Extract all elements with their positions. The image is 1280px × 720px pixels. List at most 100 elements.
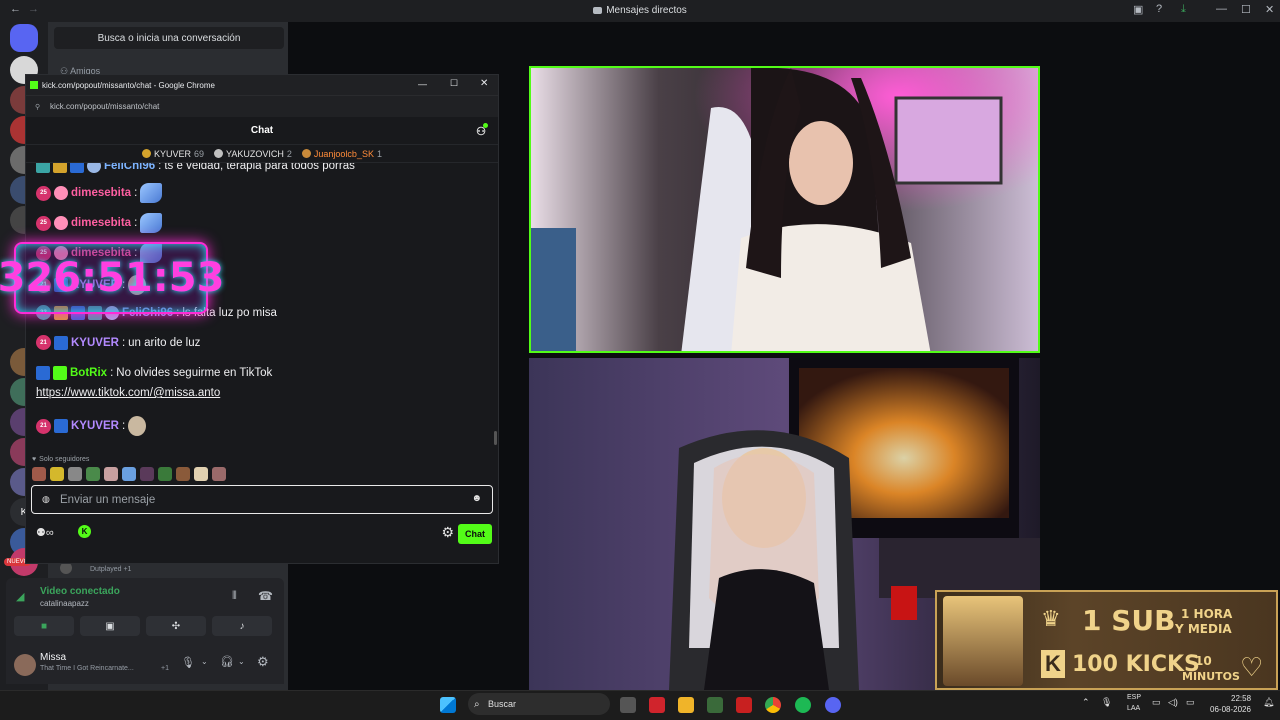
battery-icon[interactable]: ▭ [1186,697,1195,708]
butterfly-emote-icon [140,183,163,203]
kicks-label: 100 KICKS [1072,652,1200,677]
chat-text: un arito de luz [128,336,201,349]
emote-icon[interactable] [212,467,226,481]
chevron-down-icon[interactable]: ⌄ [201,657,208,666]
spotify-icon[interactable] [795,697,811,713]
voice-status[interactable]: Video conectado [40,586,120,597]
gold-medal-icon [142,149,152,158]
user-link-icon[interactable]: ⚉∞ [36,526,54,539]
sub-label: 1 SUB [1082,604,1176,637]
badge-icon [54,216,68,230]
chat-username[interactable]: KYUVER [71,420,119,432]
soundboard-button[interactable]: ♪ [212,616,272,636]
signal-icon: ◢ [16,591,25,603]
emote-icon[interactable] [50,467,64,481]
chrome-icon[interactable] [765,697,781,713]
leaderboard-entry[interactable]: Juanjoolcb_SK 1 [301,149,382,159]
emote-icon[interactable] [122,467,136,481]
chevron-down-icon[interactable]: ⌄ [238,657,245,666]
noise-suppression-icon[interactable]: ⦀ [232,590,237,603]
headphones-icon[interactable]: 🎧︎ [220,655,234,668]
help-icon[interactable]: ? [1156,3,1162,15]
close-icon[interactable]: ✕ [480,78,488,89]
minimize-icon[interactable]: — [1216,3,1227,15]
leaderboard-entry[interactable]: YAKUZOVICH 2 [214,149,292,159]
maximize-icon[interactable]: ☐ [450,78,458,89]
wps-icon[interactable] [649,697,665,713]
gear-icon[interactable]: ⚙ [441,524,454,541]
inbox-icon[interactable]: ▣ [1133,3,1143,16]
badge-icon [70,163,84,173]
minutes-number: 10 [1195,654,1212,668]
user-activity: That Time I Got Reincarnate... [40,665,134,672]
chevron-up-icon[interactable]: ⌃ [1082,697,1090,708]
discord-window-title: Mensajes directos [0,5,1280,16]
file-explorer-icon[interactable] [678,697,694,713]
emote-icon[interactable] [176,467,190,481]
user-panel: Missa That Time I Got Reincarnate... +1 … [6,646,284,684]
notification-bell-icon[interactable]: 🔔︎ [1263,697,1274,708]
chat-scrollbar[interactable] [494,431,497,445]
app-icon[interactable] [736,697,752,713]
network-icon[interactable]: ▭ [1152,697,1161,708]
microphone-icon[interactable]: 🎙︎ [1101,697,1112,708]
download-icon[interactable]: ⤓ [1181,3,1186,16]
emoji-icon[interactable]: ☻ [471,493,482,504]
tiktok-link[interactable]: https://www.tiktok.com/@missa.anto [36,387,220,399]
chat-username[interactable]: FeliChi96 [104,163,155,172]
close-icon[interactable]: ✕ [1265,3,1274,16]
user-activity-count: +1 [161,665,169,672]
minimize-icon[interactable]: — [418,79,427,89]
chat-username[interactable]: BotRix [70,367,107,379]
clock-date[interactable]: 06-08-2026 [1210,705,1251,714]
chat-text: No olvides seguirme en TikTok [116,367,273,379]
emote-icon[interactable] [104,467,118,481]
language-label-2[interactable]: LAA [1127,705,1140,712]
site-info-icon[interactable]: ⚲ [35,103,40,111]
windows-start-icon[interactable] [440,697,456,713]
chat-username[interactable]: KYUVER [71,337,119,349]
verified-bot-icon [53,366,67,380]
send-chat-button[interactable]: Chat [458,524,492,544]
pin-icon[interactable]: ◍ [42,494,50,505]
dog-emote-icon [128,416,147,436]
volume-icon[interactable]: ◁) [1168,697,1178,708]
microphone-icon[interactable]: 🎙︎ [181,656,195,669]
disconnect-icon[interactable]: ☎ [258,589,273,603]
emote-icon[interactable] [32,467,46,481]
activities-button[interactable]: ✣ [146,616,206,636]
emote-icon[interactable] [194,467,208,481]
language-label[interactable]: ESP [1127,694,1141,701]
discord-dm-icon [593,6,603,14]
emote-icon[interactable] [158,467,172,481]
clock-time[interactable]: 22:58 [1231,694,1251,703]
leaderboard-entry[interactable]: KYUVER 69 [142,149,204,159]
leaderboard-count: 2 [286,148,292,159]
camera-icon: ■ [40,620,48,632]
screen-share-button[interactable]: ▣ [80,616,140,636]
taskbar-search-label: Buscar [488,699,517,709]
voice-channel[interactable]: catalinaapazz [40,599,89,608]
camera-button[interactable]: ■ [14,616,74,636]
message-input[interactable]: ◍ Enviar un mensaje ☻ [31,485,493,514]
discord-icon[interactable] [825,697,841,713]
emote-icon[interactable] [86,467,100,481]
chat-username[interactable]: dimesebita [71,187,131,199]
online-dot-icon [483,123,488,128]
taskbar-search[interactable]: ⌕ Buscar [468,693,610,715]
kick-rewards-icon[interactable]: K [78,525,91,538]
task-view-icon[interactable] [620,697,636,713]
app-icon[interactable] [707,697,723,713]
gear-icon[interactable]: ⚙ [257,654,269,670]
chat-message: BotRix: No olvides seguirme en TikTok [36,366,272,380]
maximize-icon[interactable]: ☐ [1241,3,1251,16]
discord-home-icon[interactable] [10,24,38,52]
address-bar[interactable]: ⚲ kick.com/popout/missanto/chat [26,95,498,117]
emote-icon[interactable] [140,467,154,481]
search-conversation-button[interactable]: Busca o inicia una conversación [54,27,284,49]
emote-icon[interactable] [68,467,82,481]
user-avatar[interactable] [14,654,36,676]
chat-username[interactable]: dimesebita [71,217,131,229]
voice-panel: ◢ Video conectado catalinaapazz ⦀ ☎ ■ ▣ … [6,578,284,646]
sub-badge: 21 [36,335,51,350]
